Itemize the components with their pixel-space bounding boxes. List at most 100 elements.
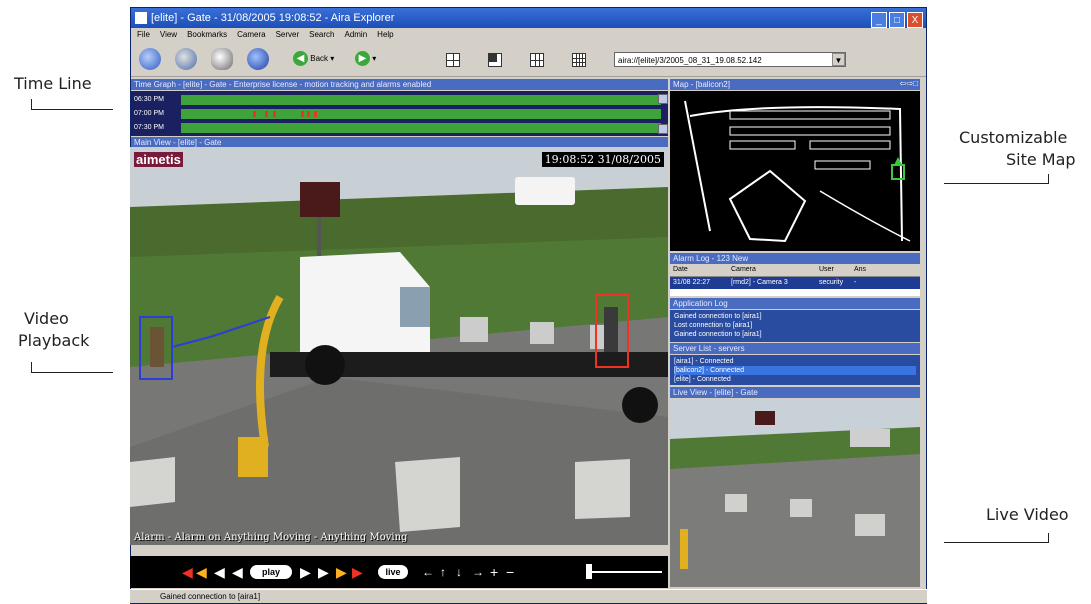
pan-right-icon[interactable]: →: [472, 565, 484, 579]
time-graph-row[interactable]: 06:30 PM: [131, 94, 661, 106]
title-bar[interactable]: [elite] - Gate - 31/08/2005 19:08:52 - A…: [131, 8, 926, 28]
alarm-event-marker[interactable]: [273, 111, 276, 117]
callout-customizable: Customizable: [959, 128, 1068, 147]
time-label: 06:30 PM: [131, 94, 181, 106]
time-graph-row[interactable]: 07:00 PM: [131, 108, 661, 120]
fast-rewind-red-icon[interactable]: ◀: [182, 565, 193, 579]
server-item[interactable]: [elite] - Connected: [674, 375, 916, 384]
alarm-event-marker[interactable]: [301, 111, 304, 117]
timeline-bar[interactable]: [181, 95, 661, 105]
step-back-icon[interactable]: ◀: [232, 565, 243, 579]
zoom-in-icon[interactable]: +: [490, 565, 498, 579]
column-camera[interactable]: Camera: [731, 264, 819, 276]
playback-controls: ◀ ◀ ◀ ◀ play ▶ ▶ ▶ ▶ live ← ↑ ↓ → + −: [130, 556, 668, 588]
menu-file[interactable]: File: [137, 30, 150, 39]
map-nav-icons[interactable]: ⇦⇨□: [900, 79, 918, 88]
alarm-event-marker[interactable]: [253, 111, 256, 117]
alarm-log-table: Date Camera User Ans 31/08 22:27 [rmd2] …: [670, 264, 920, 296]
time-graph: 06:30 PM 07:00 PM 07:30 PM: [131, 91, 668, 136]
slider-handle[interactable]: [586, 564, 592, 579]
tilt-down-icon[interactable]: ↓: [456, 565, 462, 579]
layout-1-icon[interactable]: [446, 53, 460, 67]
layout-4-icon[interactable]: [572, 53, 586, 67]
alarm-caption: Alarm - Alarm on Anything Moving - Anyth…: [134, 532, 408, 543]
speed-slider[interactable]: [592, 571, 662, 573]
timeline-bar[interactable]: [181, 123, 661, 133]
timeline-bar[interactable]: [181, 109, 661, 119]
scroll-down-button[interactable]: [658, 124, 668, 134]
play-button[interactable]: play: [250, 565, 292, 579]
alarm-event-marker[interactable]: [314, 111, 317, 117]
callout-live-video: Live Video: [986, 505, 1069, 524]
site-map[interactable]: ⇦⇨□: [670, 79, 920, 251]
layout-3-icon[interactable]: [530, 53, 544, 67]
window-title: [elite] - Gate - 31/08/2005 19:08:52 - A…: [151, 12, 395, 24]
logo: aimetis: [134, 152, 183, 167]
map-icon[interactable]: [139, 48, 161, 70]
callout-video: Video: [24, 309, 69, 328]
cell-camera: [rmd2] - Camera 3: [731, 279, 788, 286]
video-playback[interactable]: aimetis 19:08:52 31/08/2005 Alarm - Alar…: [130, 147, 668, 545]
zoom-out-icon[interactable]: −: [506, 565, 514, 579]
status-bar: Gained connection to [aira1]: [130, 589, 927, 603]
callout-line: [944, 183, 1049, 184]
fast-forward-red-icon[interactable]: ▶: [352, 565, 363, 579]
server-list-header: Server List - servers: [670, 343, 920, 354]
application-log-header: Application Log: [670, 298, 920, 309]
close-button[interactable]: X: [907, 12, 923, 28]
tilt-up-icon[interactable]: ↑: [440, 565, 446, 579]
callout-line: [31, 99, 32, 109]
camera-icon[interactable]: [175, 48, 197, 70]
column-date[interactable]: Date: [670, 264, 731, 276]
log-line: Lost connection to [aira1]: [674, 322, 753, 329]
back-label: Back: [310, 54, 329, 63]
log-line: Gained connection to [aira1]: [674, 331, 762, 338]
callout-line: [31, 372, 113, 373]
menu-admin[interactable]: Admin: [344, 30, 367, 39]
server-item[interactable]: [balicon2] - Connected: [674, 366, 916, 375]
forward-button[interactable]: ▶ ▾: [355, 51, 376, 67]
time-label: 07:00 PM: [131, 108, 181, 120]
search-icon[interactable]: [211, 48, 233, 70]
cell-date: 31/08 22:27: [673, 279, 710, 286]
callout-line: [1048, 174, 1049, 184]
column-ans[interactable]: Ans: [854, 264, 884, 276]
rewind-yellow-icon[interactable]: ◀: [196, 565, 207, 579]
address-input[interactable]: aira://[elite]/3/2005_08_31_19.08.52.142: [614, 52, 846, 67]
help-icon[interactable]: [247, 48, 269, 70]
scroll-up-button[interactable]: [658, 94, 668, 104]
callout-line: [1048, 533, 1049, 543]
live-video-frame: [670, 399, 920, 587]
menu-camera[interactable]: Camera: [237, 30, 265, 39]
back-button[interactable]: ◀ Back ▾: [293, 51, 334, 67]
live-video[interactable]: [670, 399, 920, 587]
camera-location[interactable]: [891, 164, 905, 180]
maximize-button[interactable]: □: [889, 12, 905, 28]
step-forward-icon[interactable]: ▶: [300, 565, 311, 579]
live-button[interactable]: live: [378, 565, 408, 579]
table-row[interactable]: 31/08 22:27 [rmd2] - Camera 3 security -: [670, 277, 920, 289]
video-frame: [130, 147, 668, 545]
menu-help[interactable]: Help: [377, 30, 393, 39]
forward-yellow-icon[interactable]: ▶: [336, 565, 347, 579]
callout-site-map: Site Map: [1006, 150, 1076, 169]
rewind-icon[interactable]: ◀: [214, 565, 225, 579]
forward-icon[interactable]: ▶: [318, 565, 329, 579]
app-icon: [135, 12, 147, 24]
server-item[interactable]: [aira1] - Connected: [674, 357, 916, 366]
callout-line: [31, 362, 32, 372]
map-header: Map - [balicon2]: [670, 79, 920, 90]
menu-bookmarks[interactable]: Bookmarks: [187, 30, 227, 39]
menu-view[interactable]: View: [160, 30, 177, 39]
alarm-event-marker[interactable]: [307, 111, 310, 117]
alarm-event-marker[interactable]: [265, 111, 268, 117]
time-graph-row[interactable]: 07:30 PM: [131, 122, 661, 134]
menu-search[interactable]: Search: [309, 30, 334, 39]
address-dropdown-icon[interactable]: ▼: [832, 53, 845, 66]
layout-2-icon[interactable]: [488, 53, 502, 67]
column-user[interactable]: User: [819, 264, 854, 276]
minimize-button[interactable]: _: [871, 12, 887, 28]
callout-time-line: Time Line: [14, 74, 92, 93]
pan-left-icon[interactable]: ←: [422, 565, 434, 579]
menu-server[interactable]: Server: [276, 30, 300, 39]
